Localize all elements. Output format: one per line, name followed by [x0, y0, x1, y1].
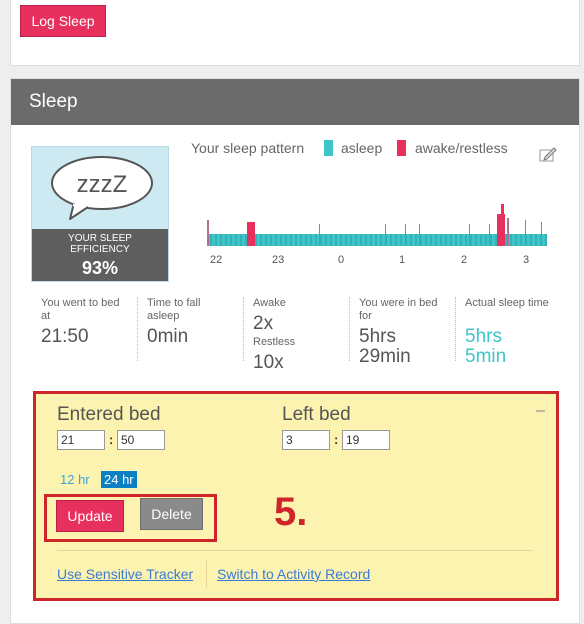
- edit-pencil-icon[interactable]: [539, 146, 557, 162]
- divider: [206, 560, 207, 588]
- sleep-pattern-title: Your sleep pattern: [191, 140, 305, 156]
- delete-button[interactable]: Delete: [140, 498, 203, 530]
- stat-label: Time to fall: [147, 297, 201, 309]
- tick-label: 3: [523, 254, 530, 266]
- restless-mark: [419, 224, 420, 246]
- divider: [349, 297, 350, 361]
- legend-asleep: asleep: [341, 140, 383, 156]
- colon: :: [109, 432, 114, 447]
- stat-value: 29min: [359, 346, 411, 367]
- tick-label: 2: [461, 254, 468, 266]
- divider: [455, 297, 456, 361]
- edit-sleep-panel: Entered bed : Left bed : – 12 hr 24 hr U…: [33, 391, 559, 601]
- restless-mark: [405, 224, 406, 246]
- stat-value: 2x: [253, 313, 274, 334]
- stat-value: 5hrs: [465, 326, 502, 347]
- restless-mark: [525, 220, 526, 246]
- stat-label: Actual sleep time: [465, 297, 549, 309]
- step-label: 5.: [274, 490, 308, 534]
- entered-minute-input[interactable]: [117, 430, 165, 450]
- tick-label: 23: [272, 254, 285, 266]
- stat-awake: Awake 2x Restless 10x: [253, 297, 295, 373]
- stat-label: for: [359, 310, 372, 322]
- stat-label: asleep: [147, 310, 180, 322]
- stat-value: 21:50: [41, 326, 89, 347]
- stat-label: Restless: [253, 336, 296, 348]
- 12hr-toggle[interactable]: 12 hr: [60, 472, 90, 487]
- use-sensitive-tracker-link[interactable]: Use Sensitive Tracker: [57, 566, 193, 582]
- efficiency-value: 93%: [81, 258, 119, 278]
- divider: [57, 550, 533, 551]
- divider: [243, 297, 244, 361]
- tick-label: 22: [210, 254, 223, 266]
- awake-mark: [501, 204, 504, 246]
- restless-mark: [489, 224, 490, 246]
- divider: [137, 297, 138, 361]
- sleep-title: Sleep: [29, 91, 78, 112]
- restless-mark: [507, 218, 509, 246]
- bubble-text: zzzZ: [77, 171, 128, 198]
- restless-mark: [541, 222, 542, 246]
- legend-asleep-swatch: [324, 140, 333, 156]
- stat-value: 5hrs: [359, 326, 396, 347]
- restless-mark: [207, 220, 209, 246]
- stat-went-to-bed: You went to bed at 21:50: [41, 297, 120, 347]
- awake-mark: [251, 222, 255, 246]
- speech-bubble-icon: zzzZ: [51, 156, 153, 220]
- stat-value: 10x: [253, 352, 284, 373]
- stat-label: Awake: [253, 297, 286, 309]
- collapse-icon[interactable]: –: [536, 402, 545, 420]
- tick-label: 0: [338, 254, 345, 266]
- update-button[interactable]: Update: [56, 500, 124, 532]
- left-hour-input[interactable]: [282, 430, 330, 450]
- legend-awake-swatch: [397, 140, 406, 156]
- stat-value: 5min: [465, 346, 507, 367]
- 24hr-toggle[interactable]: 24 hr: [101, 471, 137, 488]
- efficiency-panel: YOUR SLEEP EFFICIENCY 93%: [32, 229, 168, 281]
- restless-mark: [385, 224, 386, 246]
- entered-hour-input[interactable]: [57, 430, 105, 450]
- sleep-pattern-chart: [207, 204, 547, 246]
- stat-label: You went to bed: [41, 297, 120, 309]
- stat-in-bed: You were in bed for 5hrs 29min: [359, 297, 438, 367]
- left-bed-label: Left bed: [282, 404, 351, 425]
- sleep-card: Sleep zzzZ YOUR SLEEP EFFICIENCY 93% You…: [10, 78, 580, 624]
- restless-mark: [469, 224, 470, 246]
- efficiency-label-2: EFFICIENCY: [70, 244, 130, 255]
- stat-time-to-fall: Time to fall asleep 0min: [147, 297, 200, 347]
- stat-label: You were in bed: [359, 297, 438, 309]
- switch-activity-record-link[interactable]: Switch to Activity Record: [217, 566, 370, 582]
- left-minute-input[interactable]: [342, 430, 390, 450]
- sleep-header: Sleep: [11, 79, 579, 125]
- log-sleep-button[interactable]: Log Sleep: [20, 5, 106, 37]
- stat-actual-sleep: Actual sleep time x 5hrs 5min: [465, 297, 549, 367]
- efficiency-label-1: YOUR SLEEP: [68, 233, 132, 244]
- legend-awake: awake/restless: [415, 140, 508, 156]
- tick-label: 1: [399, 254, 406, 266]
- stat-value: 0min: [147, 326, 189, 347]
- restless-mark: [319, 224, 320, 246]
- sleep-efficiency-box: zzzZ YOUR SLEEP EFFICIENCY 93%: [31, 146, 169, 282]
- entered-bed-label: Entered bed: [57, 404, 161, 425]
- stat-label: at: [41, 310, 51, 322]
- colon: :: [334, 432, 339, 447]
